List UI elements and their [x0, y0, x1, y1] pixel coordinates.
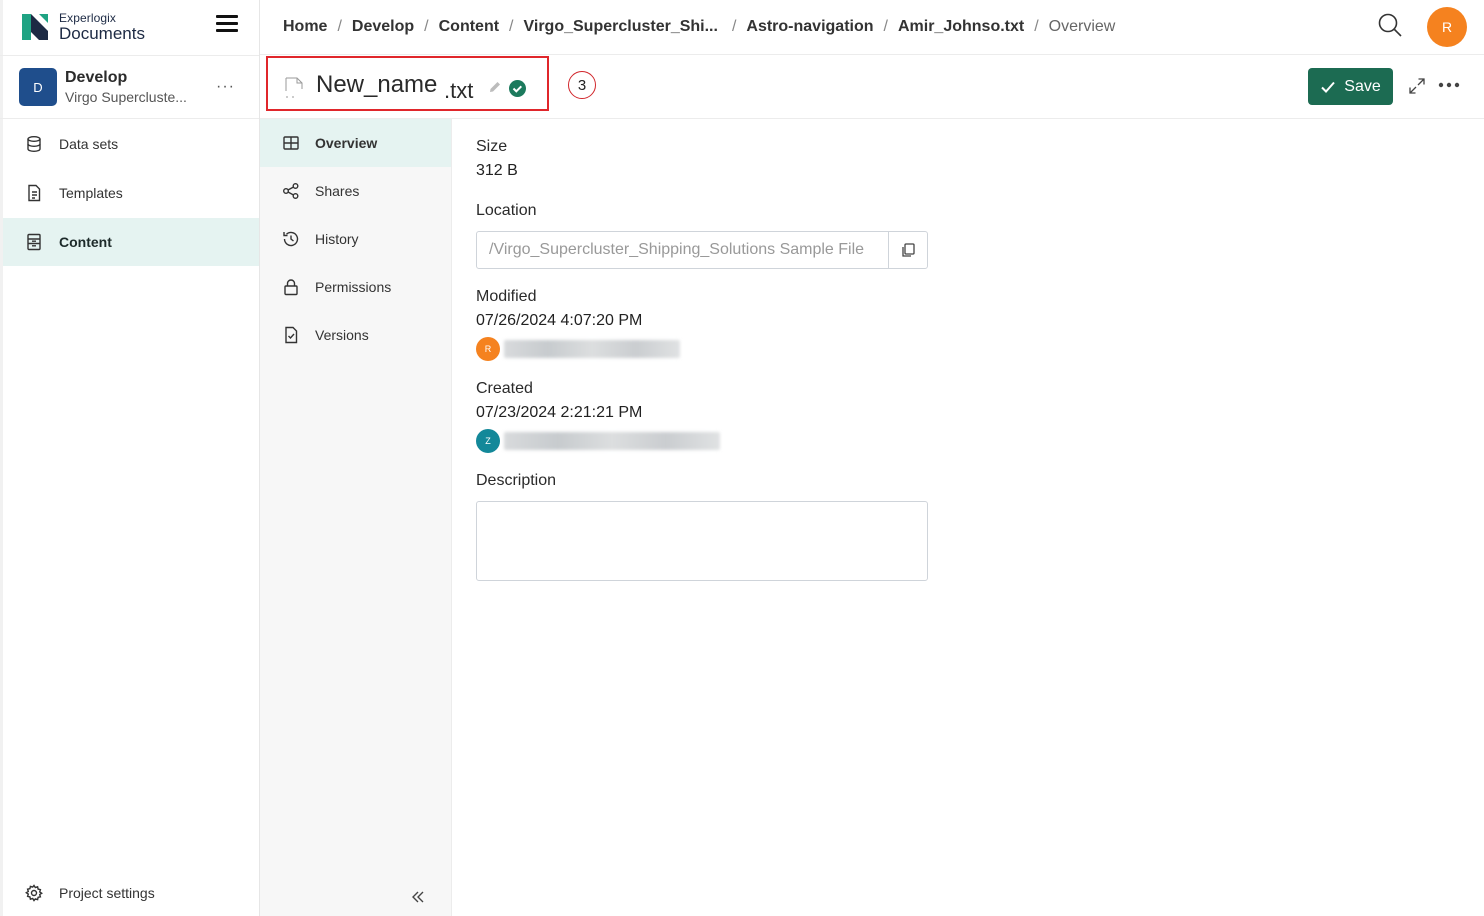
tab-shares[interactable]: Shares — [260, 167, 451, 215]
project-badge: D — [19, 68, 57, 106]
modified-user-avatar: R — [476, 337, 500, 361]
sidebar-item-label: Content — [59, 234, 112, 250]
breadcrumb-current: Overview — [1048, 18, 1116, 35]
sidebar-item-templates[interactable]: Templates — [3, 169, 259, 217]
save-button[interactable]: Save — [1308, 68, 1393, 105]
sidebar-item-label: Templates — [59, 185, 123, 201]
breadcrumb-subfolder[interactable]: Astro-navigation — [746, 18, 873, 36]
step-number-marker: 3 — [568, 71, 596, 99]
sidebar-item-data-sets[interactable]: Data sets — [3, 120, 259, 168]
location-label: Location — [476, 202, 537, 219]
tab-label: Shares — [315, 183, 360, 199]
file-check-icon — [285, 326, 298, 344]
sidebar-nav: Data sets Templates Content — [3, 120, 259, 267]
project-switcher[interactable]: D Develop Virgo Supercluste... ··· — [0, 55, 259, 119]
sidebar: Experlogix Documents D Develop Virgo Sup… — [0, 0, 260, 916]
breadcrumb-content[interactable]: Content — [439, 18, 499, 36]
description-label: Description — [476, 472, 557, 489]
file-name[interactable]: New_name — [316, 71, 437, 99]
breadcrumb-develop[interactable]: Develop — [352, 18, 414, 36]
user-avatar[interactable]: R — [1427, 7, 1467, 47]
grid-icon — [283, 136, 299, 150]
save-button-label: Save — [1344, 77, 1381, 95]
brand-line-2: Documents — [59, 24, 145, 43]
tab-label: Overview — [315, 135, 378, 151]
more-options-icon[interactable] — [1438, 75, 1460, 95]
breadcrumb-file[interactable]: Amir_Johnso.txt — [898, 18, 1024, 36]
tab-label: Versions — [315, 327, 369, 343]
top-bar: Home / Develop / Content / Virgo_Superclust… — [260, 0, 1484, 55]
created-user-email-redacted — [504, 432, 720, 450]
document-icon — [28, 184, 41, 202]
file-title-highlight: New_name .txt — [266, 56, 549, 111]
sidebar-item-content[interactable]: Content — [3, 218, 259, 266]
project-more-icon[interactable]: ··· — [216, 78, 235, 96]
checkmark-icon — [1321, 81, 1336, 93]
file-extension: .txt — [444, 78, 474, 103]
breadcrumb: Home / Develop / Content / Virgo_Superclust… — [283, 18, 1116, 36]
project-settings-label: Project settings — [59, 885, 155, 901]
brand-line-1: Experlogix — [59, 11, 117, 25]
hamburger-menu-icon[interactable] — [216, 15, 238, 35]
collapse-panel-icon[interactable] — [410, 889, 426, 905]
history-icon — [283, 231, 299, 247]
broken-image-icon — [285, 77, 303, 98]
edit-pencil-icon[interactable] — [489, 81, 501, 93]
app-logo[interactable]: Experlogix Documents — [22, 12, 145, 42]
tab-label: Permissions — [315, 279, 392, 295]
created-user-avatar: Z — [476, 429, 500, 453]
created-value: 07/23/2024 2:21:21 PM — [476, 404, 643, 421]
copy-icon — [902, 243, 915, 257]
logo-text: Experlogix Documents — [59, 12, 145, 42]
gear-icon — [25, 884, 43, 902]
logo-mark-icon — [22, 14, 48, 40]
content-icon — [27, 233, 41, 251]
modified-by-user: R — [476, 337, 680, 361]
copy-location-button[interactable] — [889, 232, 927, 268]
size-value: 312 B — [476, 162, 518, 179]
tab-label: History — [315, 231, 359, 247]
database-icon — [27, 136, 41, 153]
location-value[interactable]: /Virgo_Supercluster_Shipping_Solutions S… — [477, 232, 889, 268]
size-label: Size — [476, 138, 508, 155]
search-icon[interactable] — [1377, 12, 1403, 38]
breadcrumb-home[interactable]: Home — [283, 18, 327, 36]
project-settings-link[interactable]: Project settings — [25, 884, 155, 902]
created-label: Created — [476, 380, 533, 397]
confirm-check-icon[interactable] — [509, 80, 526, 97]
tab-versions[interactable]: Versions — [260, 311, 451, 359]
file-subnav: Overview Shares History Permissions Vers… — [260, 119, 452, 916]
sidebar-item-label: Data sets — [59, 136, 119, 152]
expand-icon[interactable] — [1408, 77, 1426, 95]
tab-permissions[interactable]: Permissions — [260, 263, 451, 311]
share-icon — [283, 183, 299, 199]
tab-overview[interactable]: Overview — [260, 119, 451, 167]
project-subtitle: Virgo Supercluste... — [65, 89, 187, 105]
file-header: New_name .txt 3 Save — [260, 55, 1484, 119]
modified-label: Modified — [476, 288, 537, 305]
breadcrumb-folder[interactable]: Virgo_Supercluster_Shi... — [524, 18, 718, 36]
project-name: Develop — [65, 69, 128, 86]
lock-icon — [284, 279, 298, 296]
modified-user-email-redacted — [504, 340, 680, 358]
created-by-user: Z — [476, 429, 720, 453]
location-field[interactable]: /Virgo_Supercluster_Shipping_Solutions S… — [476, 231, 928, 269]
modified-value: 07/26/2024 4:07:20 PM — [476, 312, 643, 329]
tab-history[interactable]: History — [260, 215, 451, 263]
description-textarea[interactable] — [476, 501, 928, 581]
